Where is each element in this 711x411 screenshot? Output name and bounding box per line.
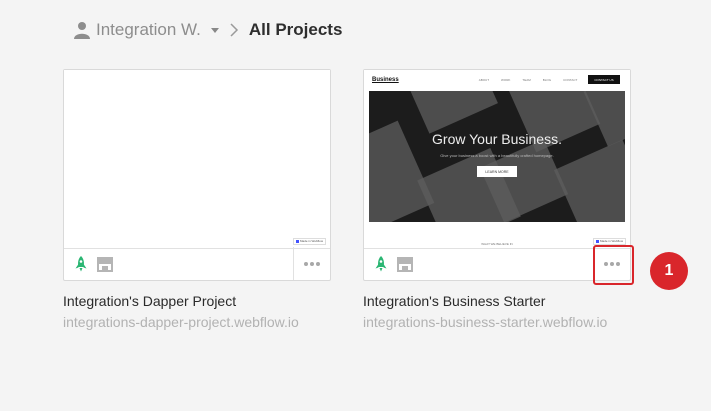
site-hero: Grow Your Business. Give your business a…: [369, 91, 625, 222]
hero-subtitle: Give your business a boost with a beauti…: [440, 153, 554, 158]
project-name[interactable]: Integration's Dapper Project: [63, 293, 236, 309]
site-nav-link: WORK: [501, 78, 511, 82]
badge-label: Made in Webflow: [300, 239, 323, 243]
project-thumbnail[interactable]: Business ABOUT WORK TEAM BLOG CONTACT CO…: [364, 70, 630, 249]
site-preview: Business ABOUT WORK TEAM BLOG CONTACT CO…: [364, 70, 630, 248]
store-icon[interactable]: [396, 256, 414, 272]
made-in-webflow-badge: Made in Webflow: [293, 238, 326, 245]
breadcrumb: Integration W. All Projects: [74, 18, 342, 42]
site-nav-link: ABOUT: [478, 78, 490, 82]
page-title: All Projects: [248, 20, 343, 39]
rocket-icon[interactable]: [72, 255, 90, 273]
chevron-right-icon: [230, 23, 238, 37]
step-marker: 1: [650, 252, 688, 290]
webflow-logo-icon: [596, 240, 600, 243]
more-icon: [304, 261, 320, 266]
site-nav-link: CONTACT: [563, 78, 578, 82]
user-icon: [74, 22, 90, 39]
card-footer: [64, 247, 330, 280]
project-url[interactable]: integrations-business-starter.webflow.io: [363, 314, 607, 330]
hero-button: LEARN MORE: [477, 166, 517, 177]
store-icon[interactable]: [96, 256, 114, 272]
chevron-down-icon[interactable]: [210, 27, 219, 33]
project-name[interactable]: Integration's Business Starter: [363, 293, 545, 309]
project-url[interactable]: integrations-dapper-project.webflow.io: [63, 314, 299, 330]
webflow-logo-icon: [296, 240, 300, 243]
site-section-label: WHAT WE BELIEVE IN: [481, 242, 513, 246]
project-card-business-starter[interactable]: Business ABOUT WORK TEAM BLOG CONTACT CO…: [363, 69, 631, 281]
card-footer: [364, 247, 630, 280]
badge-label: Made in Webflow: [600, 239, 623, 243]
site-nav: Business ABOUT WORK TEAM BLOG CONTACT CO…: [372, 74, 622, 86]
site-nav-link: BLOG: [542, 78, 552, 82]
project-card-dapper[interactable]: Made in Webflow: [63, 69, 331, 281]
workspace-name[interactable]: Integration W.: [96, 20, 201, 40]
site-cta: CONTACT US: [588, 75, 620, 84]
site-logo: Business: [372, 77, 399, 83]
made-in-webflow-badge: Made in Webflow: [593, 238, 626, 245]
site-nav-links: ABOUT WORK TEAM BLOG CONTACT: [479, 78, 578, 82]
rocket-icon[interactable]: [372, 255, 390, 273]
hero-title: Grow Your Business.: [432, 131, 562, 147]
more-options-button[interactable]: [293, 247, 330, 280]
project-thumbnail[interactable]: Made in Webflow: [64, 70, 330, 249]
highlight-box: [593, 245, 634, 285]
site-nav-link: TEAM: [522, 78, 531, 82]
